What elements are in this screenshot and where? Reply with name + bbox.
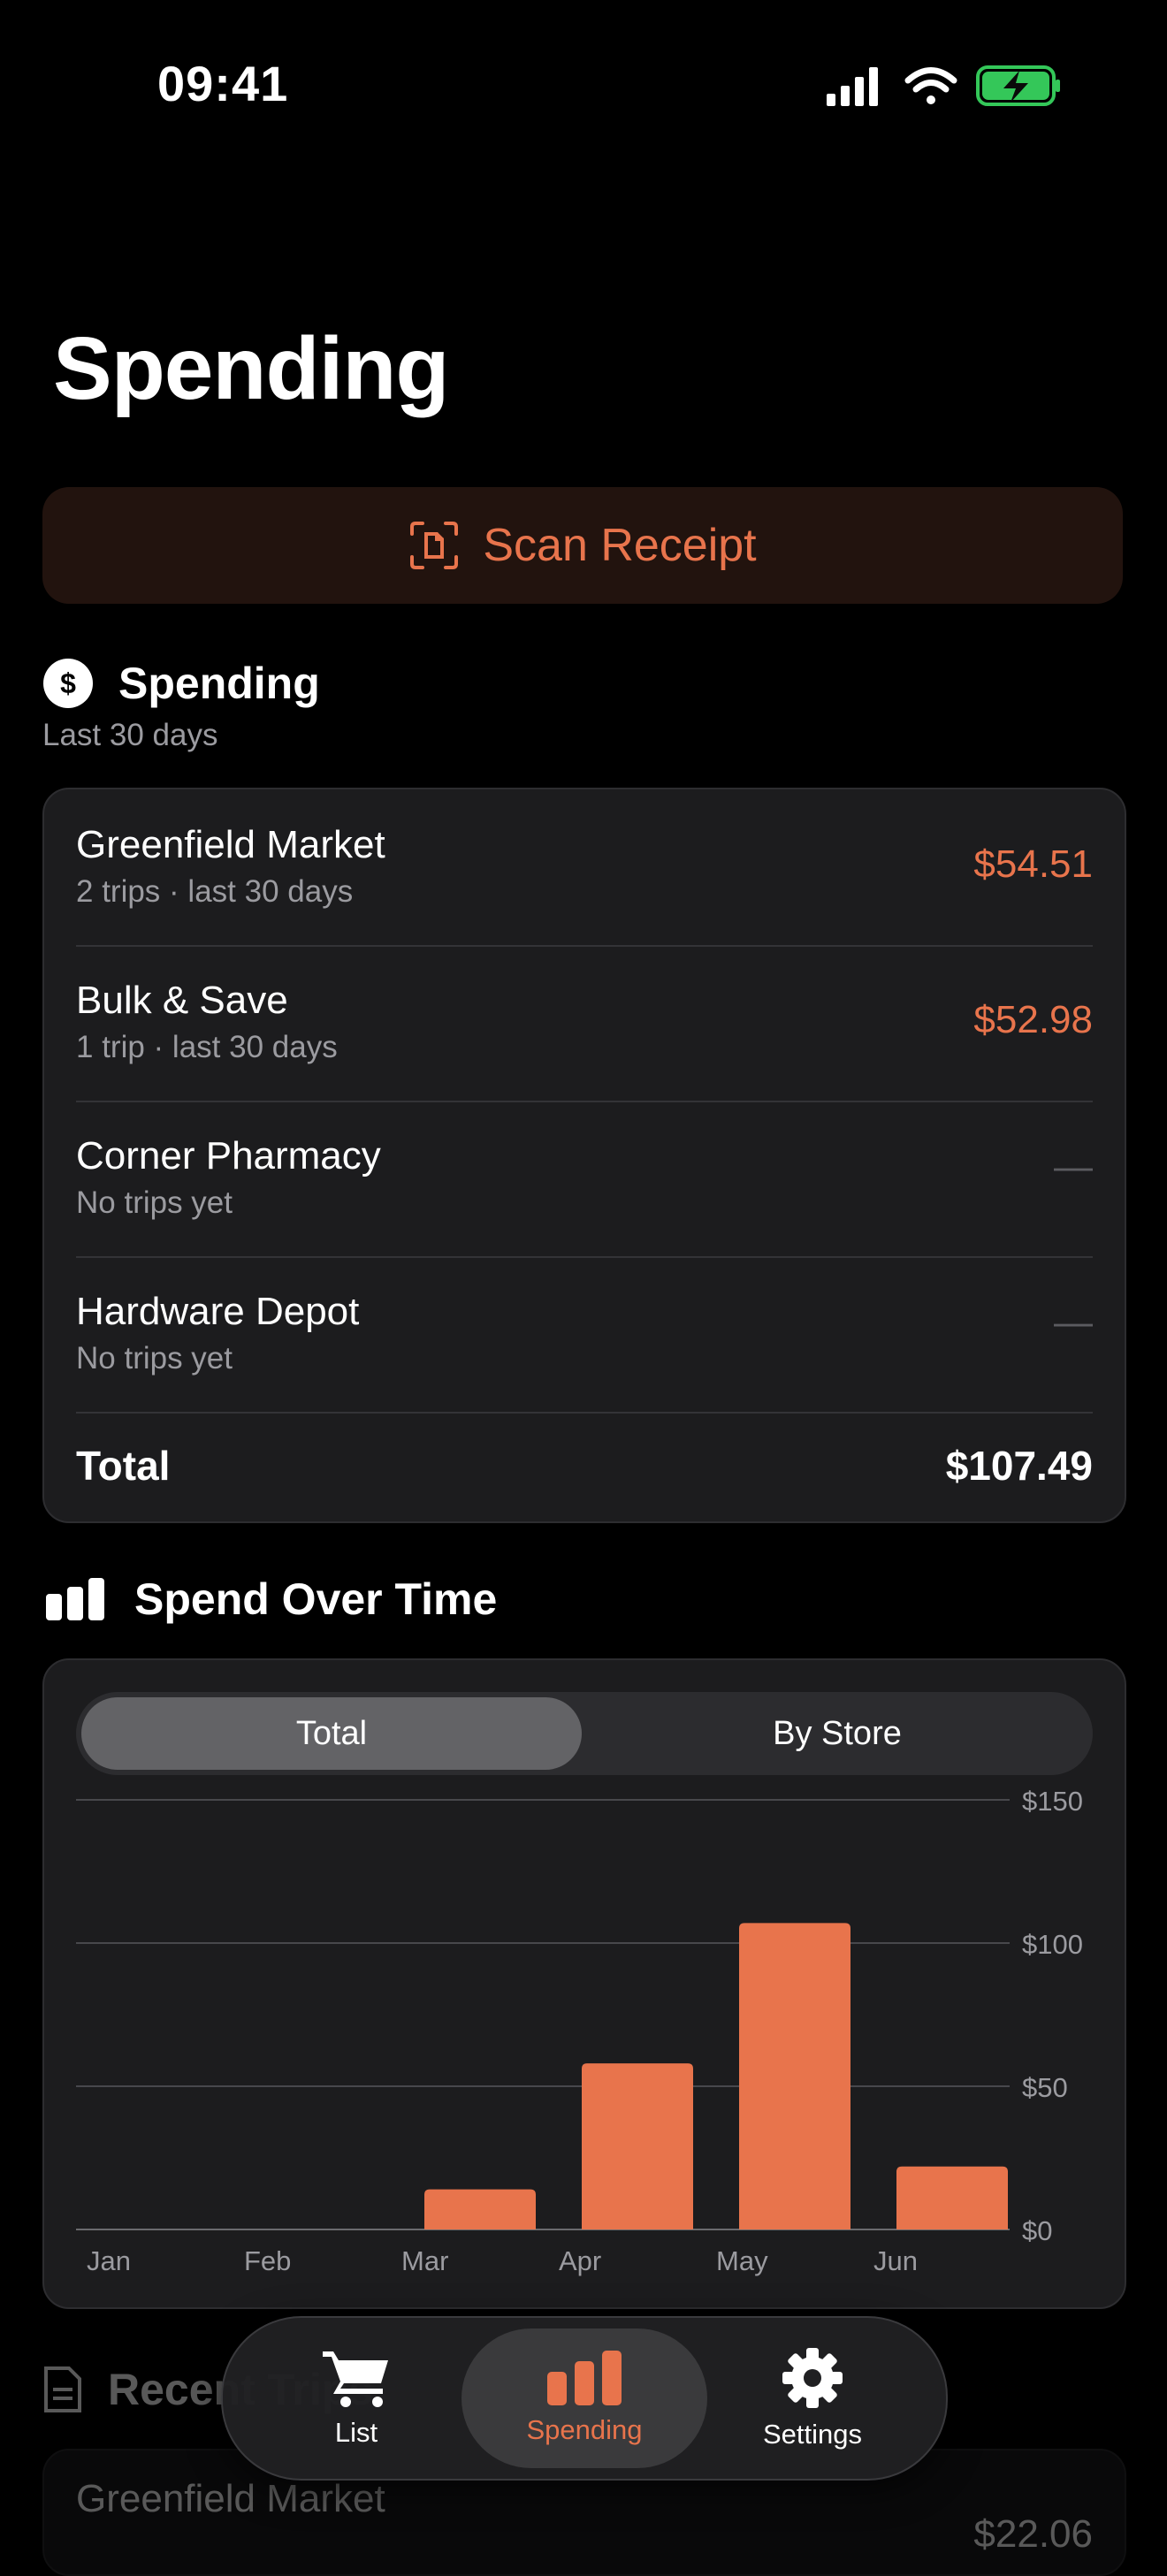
- recent-trip-amount: $22.06: [973, 2512, 1093, 2556]
- gear-icon: [782, 2348, 843, 2408]
- y-tick-label: $150: [1022, 1786, 1083, 1817]
- status-icons: [827, 65, 1060, 106]
- store-row[interactable]: Corner Pharmacy No trips yet —: [76, 1101, 1093, 1258]
- x-tick-label: May: [716, 2245, 768, 2276]
- bar: [424, 2189, 536, 2229]
- tab-bar: List Spending Settings: [221, 2316, 948, 2481]
- store-row[interactable]: Greenfield Market 2 trips · last 30 days…: [76, 789, 1093, 947]
- tab-spending[interactable]: Spending: [461, 2328, 707, 2468]
- store-amount: —: [1054, 1300, 1093, 1344]
- scan-receipt-button[interactable]: Scan Receipt: [42, 487, 1123, 604]
- scan-document-icon: [410, 522, 459, 569]
- battery-icon: [976, 65, 1060, 106]
- spend-over-time-header: Spend Over Time: [46, 1574, 497, 1625]
- y-tick-label: $0: [1022, 2215, 1052, 2246]
- dollar-circle-icon: $: [43, 659, 93, 708]
- store-meta: No trips yet: [76, 1341, 233, 1376]
- store-meta: 1 trip · last 30 days: [76, 1030, 338, 1064]
- signal-icon: [827, 67, 878, 106]
- tab-settings-label: Settings: [762, 2419, 862, 2450]
- document-icon: [44, 2366, 81, 2412]
- y-tick-label: $100: [1022, 1929, 1083, 1960]
- bar: [582, 2063, 693, 2229]
- x-tick-label: Apr: [559, 2245, 601, 2276]
- x-tick-label: Feb: [244, 2245, 291, 2276]
- recent-trip-name: Greenfield Market: [76, 2477, 385, 2520]
- store-row[interactable]: Bulk & Save 1 trip · last 30 days $52.98: [76, 945, 1093, 1102]
- total-row: Total $107.49: [76, 1412, 1093, 1518]
- bar-chart-icon: [46, 1578, 104, 1620]
- store-name: Bulk & Save: [76, 979, 288, 1022]
- total-label: Total: [76, 1443, 171, 1489]
- store-meta: No trips yet: [76, 1185, 233, 1220]
- scan-receipt-label: Scan Receipt: [483, 520, 757, 571]
- y-tick-label: $50: [1022, 2072, 1068, 2103]
- store-name: Corner Pharmacy: [76, 1134, 381, 1177]
- store-amount: $52.98: [973, 998, 1093, 1041]
- spend-over-time-title: Spend Over Time: [134, 1574, 498, 1624]
- store-amount: —: [1054, 1145, 1093, 1188]
- spend-chart-card: Total By Store $0 $50 $100 $150 Jan Feb Mar Apr…: [42, 1658, 1126, 2309]
- store-meta: 2 trips · last 30 days: [76, 874, 354, 909]
- total-amount: $107.49: [945, 1443, 1093, 1489]
- tab-list[interactable]: List: [233, 2328, 479, 2468]
- wifi-icon: [904, 67, 957, 104]
- chart-icon: [547, 2351, 622, 2405]
- x-tick-label: Jan: [87, 2245, 131, 2276]
- spending-section-subtitle: Last 30 days: [42, 718, 218, 752]
- bar: [739, 1923, 850, 2229]
- tab-spending-label: Spending: [526, 2414, 643, 2445]
- x-tick-label: Jun: [873, 2245, 918, 2276]
- tab-settings[interactable]: Settings: [690, 2328, 935, 2468]
- tab-list-label: List: [334, 2417, 378, 2448]
- svg-text:$: $: [60, 667, 76, 699]
- store-amount: $54.51: [973, 842, 1093, 886]
- spending-section-title: Spending: [118, 659, 320, 708]
- page-title: Spending: [53, 319, 450, 418]
- store-name: Hardware Depot: [76, 1290, 360, 1333]
- store-row[interactable]: Hardware Depot No trips yet —: [76, 1256, 1093, 1414]
- store-spending-card: Greenfield Market 2 trips · last 30 days…: [42, 788, 1126, 1523]
- store-name: Greenfield Market: [76, 823, 385, 866]
- spend-bar-chart: $0 $50 $100 $150 Jan Feb Mar Apr May Jun: [76, 1786, 1083, 2276]
- bar: [896, 2166, 1008, 2229]
- x-tick-label: Mar: [401, 2245, 448, 2276]
- cart-icon: [323, 2351, 388, 2407]
- status-time: 09:41: [157, 56, 289, 111]
- spending-section-header: $ Spending: [42, 658, 320, 709]
